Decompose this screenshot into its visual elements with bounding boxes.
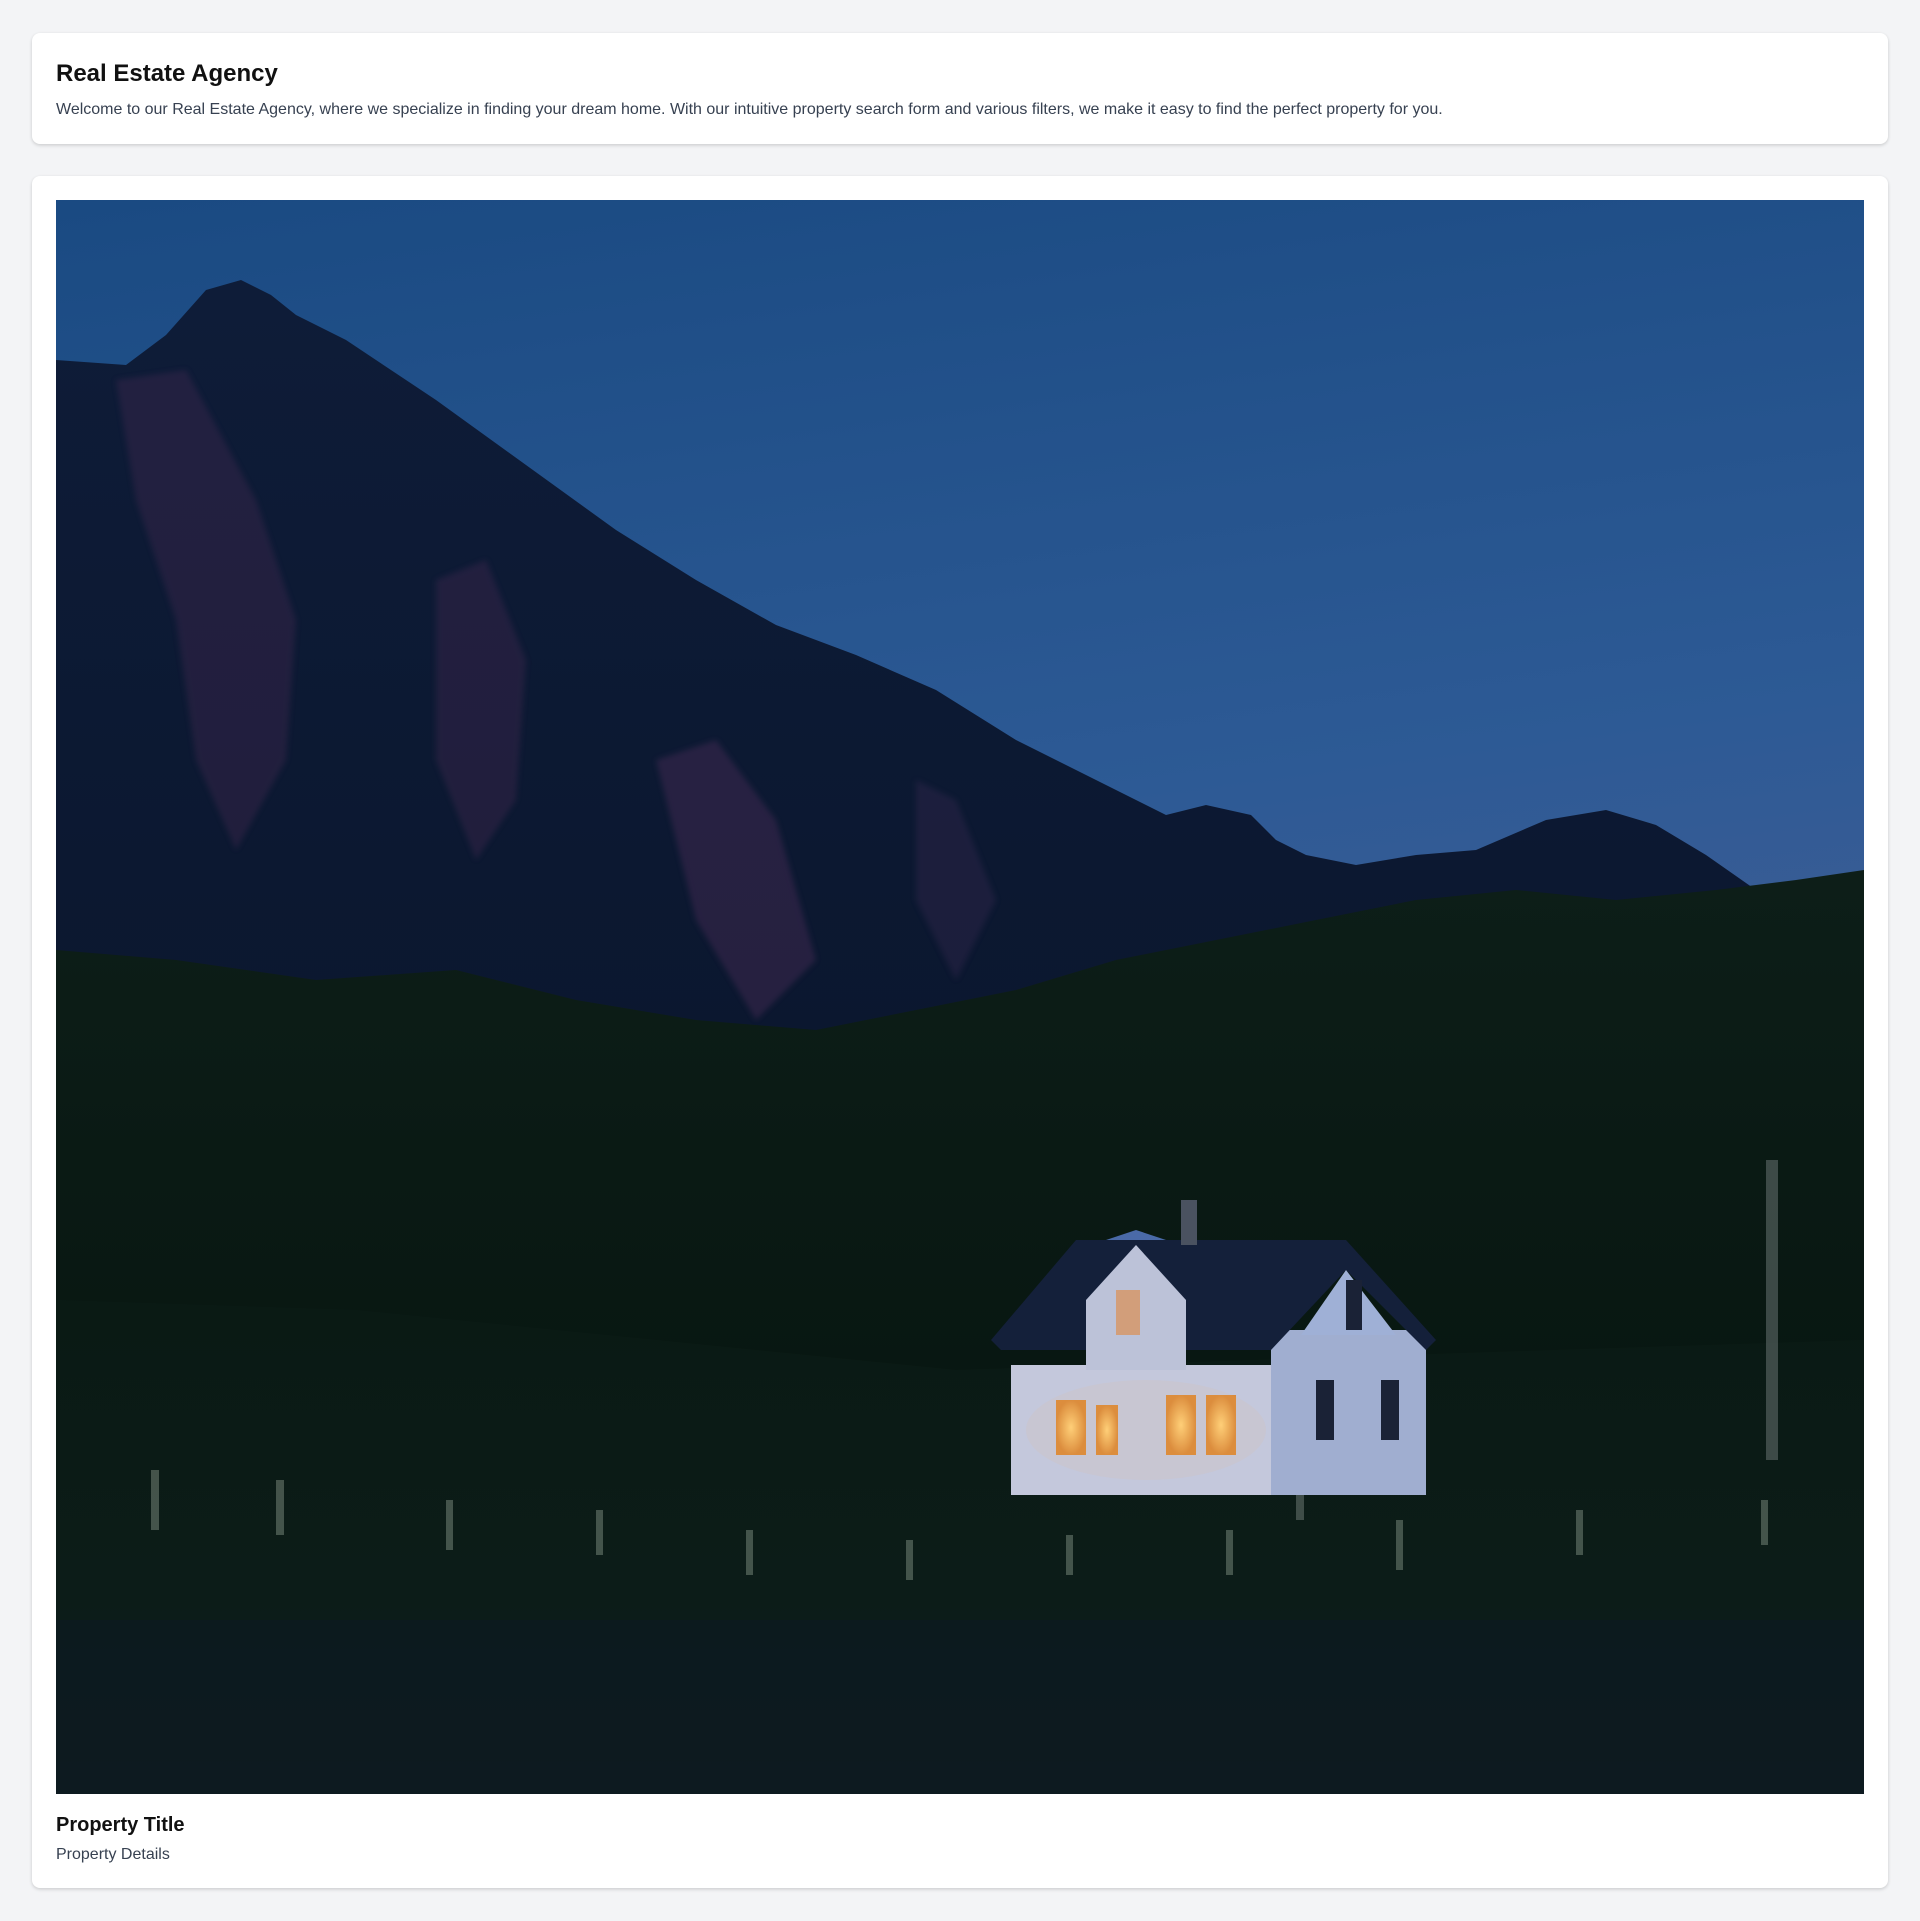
page-title: Real Estate Agency — [56, 60, 278, 87]
house-at-dusk-photo — [56, 200, 1864, 1794]
property-title[interactable]: Property Title — [56, 1812, 1864, 1838]
agency-header-card: Real Estate Agency Welcome to our Real E… — [32, 33, 1888, 144]
property-image[interactable] — [56, 200, 1864, 1794]
agency-description: Welcome to our Real Estate Agency, where… — [56, 101, 1443, 118]
property-details: Property Details — [56, 1846, 170, 1863]
property-card[interactable]: Property Title Property Details — [32, 176, 1888, 1888]
